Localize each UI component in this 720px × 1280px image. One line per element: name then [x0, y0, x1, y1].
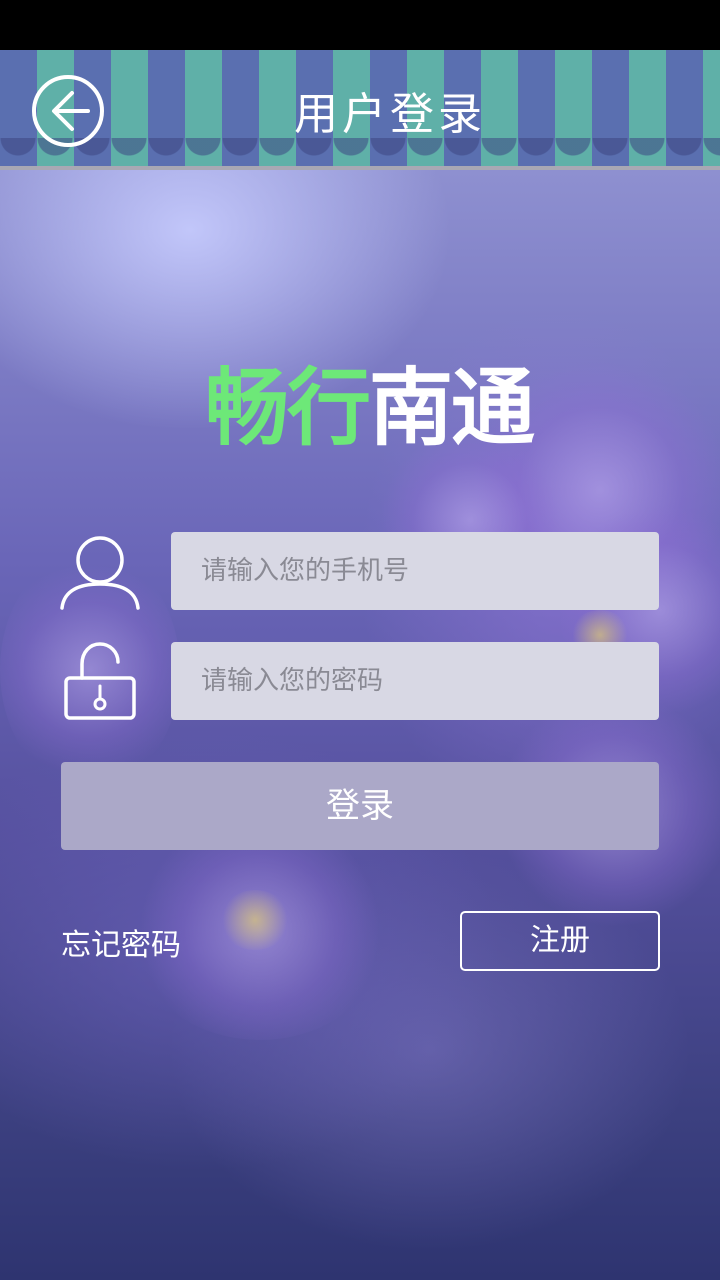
login-background [0, 170, 720, 1280]
header-bar: 用户登录 [0, 50, 720, 170]
login-button[interactable]: 登录 [61, 762, 659, 850]
user-icon [60, 536, 140, 610]
logo-text-white: 南通 [369, 359, 535, 457]
lock-icon [64, 642, 136, 720]
logo-text-green: 畅行 [205, 359, 371, 457]
phone-input[interactable]: 请输入您的手机号 [171, 532, 659, 610]
page-title: 用户登录 [294, 89, 486, 140]
app-logo: 畅行南通 [205, 358, 565, 458]
flower-center [220, 890, 290, 950]
status-bar [0, 0, 720, 50]
password-input[interactable]: 请输入您的密码 [171, 642, 659, 720]
forgot-password-link[interactable]: 忘记密码 [61, 920, 181, 964]
register-button[interactable]: 注册 [460, 911, 660, 971]
